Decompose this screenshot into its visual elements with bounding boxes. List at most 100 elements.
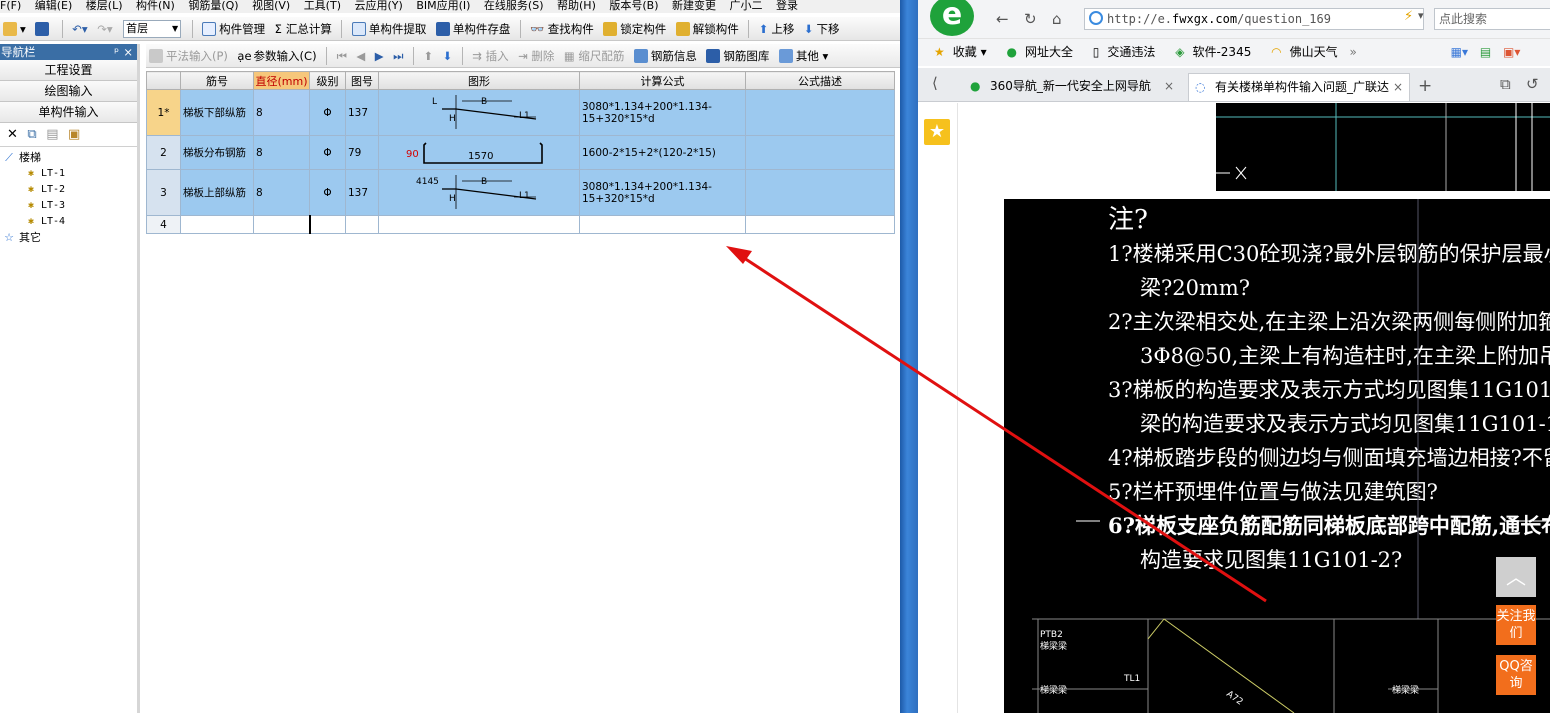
menu-new-change[interactable]: 新建变更 (672, 0, 716, 11)
header-grade[interactable]: 级别 (309, 71, 346, 90)
row-down-button[interactable]: ⬇ (443, 46, 453, 66)
delete-icon[interactable]: ✕ (7, 127, 18, 142)
tree-node-lt1[interactable]: ✱ LT-1 (2, 166, 137, 182)
single-save-button[interactable]: 单构件存盘 (435, 19, 510, 39)
menu-login[interactable]: 登录 (776, 0, 798, 11)
address-bar[interactable]: http://e.fwxgx.com/question_169 (1084, 8, 1424, 30)
cell-diameter[interactable]: 8 (253, 135, 310, 170)
undo-button[interactable]: ↶▾ (72, 19, 87, 39)
fav-software[interactable]: ◈ 软件-2345 (1167, 45, 1251, 59)
menu-view[interactable]: 视图(V) (252, 0, 290, 11)
home-icon[interactable]: ⌂ (1052, 10, 1062, 28)
copy-icon[interactable]: ⧉ (27, 127, 36, 142)
cell-grade[interactable]: Φ (309, 135, 346, 170)
favorite-star-icon[interactable]: ★ (924, 119, 950, 145)
tab-question[interactable]: ◌ 有关楼梯单构件输入问题_广联达 × (1188, 73, 1410, 101)
cell-shape[interactable] (378, 215, 580, 234)
cell-bar-name[interactable]: 梯板下部纵筋 (180, 89, 254, 136)
undo-close-icon[interactable]: ↺ (1526, 75, 1539, 93)
unlock-component-button[interactable]: 解锁构件 (675, 19, 739, 39)
cell-formula[interactable] (579, 215, 746, 234)
menu-bim[interactable]: BIM应用(I) (416, 0, 470, 11)
first-record-button[interactable]: ⏮ (337, 46, 347, 66)
header-formula-desc[interactable]: 公式描述 (745, 71, 895, 90)
cell-formula[interactable]: 3080*1.134+200*1.134-15+320*15*d (579, 89, 746, 136)
header-formula[interactable]: 计算公式 (579, 71, 746, 90)
component-manage-button[interactable]: 构件管理 (202, 19, 265, 39)
tree-node-other[interactable]: ☆ 其它 (2, 230, 137, 246)
follow-us-button[interactable]: 关注我们 (1496, 605, 1536, 645)
move-down-button[interactable]: ⬇ 下移 (804, 19, 840, 39)
lightning-icon[interactable]: ⚡ (1404, 9, 1413, 24)
menu-tools[interactable]: 工具(T) (304, 0, 341, 11)
more-favorites-icon[interactable]: » (1350, 45, 1357, 59)
cell-grade[interactable] (309, 215, 346, 234)
single-extract-button[interactable]: 单构件提取 (351, 19, 426, 39)
back-icon[interactable]: ← (996, 10, 1009, 28)
cell-bar-name[interactable]: 梯板上部纵筋 (180, 169, 254, 216)
cell-fig-no[interactable]: 137 (345, 89, 379, 136)
cell-grade[interactable]: Φ (309, 169, 346, 216)
nav-drawing-input[interactable]: 绘图输入 (0, 81, 137, 102)
menu-help[interactable]: 帮助(H) (557, 0, 596, 11)
insert-button[interactable]: ⇉ 插入 (472, 46, 508, 66)
pin-icon[interactable]: ᵖ (114, 44, 119, 60)
cell-bar-name[interactable]: 梯板分布钢筋 (180, 135, 254, 170)
cell-diameter[interactable]: 8 (253, 89, 310, 136)
save-button[interactable] (35, 19, 52, 39)
menu-online[interactable]: 在线服务(S) (484, 0, 544, 11)
cell-formula[interactable]: 3080*1.134+200*1.134-15+320*15*d (579, 169, 746, 216)
tab-360-nav[interactable]: ● 360导航_新一代安全上网导航 × (964, 73, 1180, 101)
fav-traffic[interactable]: ▯ 交通违法 (1085, 45, 1156, 59)
table-row[interactable]: 1* 梯板下部纵筋 8 Φ 137 L B H L1 3080*1.134+20… (146, 89, 895, 136)
cell-formula-desc[interactable] (745, 215, 895, 234)
tree-node-lt2[interactable]: ✱ LT-2 (2, 182, 137, 198)
param-input-button[interactable]: ạe 参数输入(C) (237, 46, 316, 66)
header-diameter[interactable]: 直径(mm) (253, 71, 310, 90)
rebar-library-button[interactable]: 钢筋图库 (706, 46, 769, 66)
fav-sites[interactable]: ● 网址大全 (998, 45, 1073, 59)
redo-button[interactable]: ↷▾ (97, 19, 112, 39)
paste-icon[interactable]: ▤ (46, 127, 58, 142)
chevron-down-icon[interactable]: ▾ (1418, 9, 1424, 22)
nav-single-component-input[interactable]: 单构件输入 (0, 102, 137, 123)
row-up-button[interactable]: ⬆ (424, 46, 434, 66)
cell-shape[interactable]: 4145 B H L1 (378, 169, 580, 216)
cell-diameter[interactable]: 8 (253, 169, 310, 216)
apps-icon[interactable]: ▦▾ (1451, 45, 1468, 59)
tab-scroll-left-icon[interactable]: ⟨ (932, 74, 938, 92)
menu-floor[interactable]: 楼层(L) (86, 0, 123, 11)
summary-calc-button[interactable]: Σ 汇总计算 (275, 19, 332, 39)
next-record-button[interactable]: ▶ (375, 46, 384, 66)
table-row[interactable]: 2 梯板分布钢筋 8 Φ 79 90 1570 1600-2*15+2*(120… (146, 135, 895, 170)
menu-rebar-qty[interactable]: 钢筋量(Q) (188, 0, 238, 11)
menu-edit[interactable]: 编辑(E) (35, 0, 73, 11)
cell-formula-desc[interactable] (745, 89, 895, 136)
back-to-top-icon[interactable]: ︿ (1496, 557, 1536, 597)
close-tab-icon[interactable]: × (1393, 74, 1403, 100)
clipboard-icon[interactable]: ▣ (68, 127, 80, 142)
rebar-info-button[interactable]: 钢筋信息 (633, 46, 697, 66)
tree-node-lt4[interactable]: ✱ LT-4 (2, 214, 137, 230)
prev-record-button[interactable]: ◀ (356, 46, 365, 66)
open-button[interactable]: ▾ (3, 19, 26, 39)
table-row[interactable]: 3 梯板上部纵筋 8 Φ 137 4145 B H L1 3080*1.134+… (146, 169, 895, 216)
reader-icon[interactable]: ▤ (1480, 45, 1491, 59)
row-number[interactable]: 1* (146, 89, 181, 136)
cell-bar-name[interactable] (180, 215, 254, 234)
menu-user[interactable]: 广小二 (730, 0, 763, 11)
menu-file[interactable]: F(F) (0, 0, 21, 11)
cell-formula-desc[interactable] (745, 169, 895, 216)
tree-node-stairs[interactable]: ⟋ 楼梯 (2, 150, 137, 166)
header-bar-no[interactable]: 筋号 (180, 71, 254, 90)
header-fig-no[interactable]: 图号 (345, 71, 379, 90)
nav-project-settings[interactable]: 工程设置 (0, 60, 137, 81)
scale-rebar-button[interactable]: ▦ 缩尺配筋 (564, 46, 625, 66)
row-number[interactable]: 2 (146, 135, 181, 170)
row-number[interactable]: 4 (146, 215, 181, 234)
row-number[interactable]: 3 (146, 169, 181, 216)
qq-consult-button[interactable]: QQ咨询 (1496, 655, 1536, 695)
cell-formula-desc[interactable] (745, 135, 895, 170)
cell-shape[interactable]: L B H L1 (378, 89, 580, 136)
header-shape[interactable]: 图形 (378, 71, 580, 90)
